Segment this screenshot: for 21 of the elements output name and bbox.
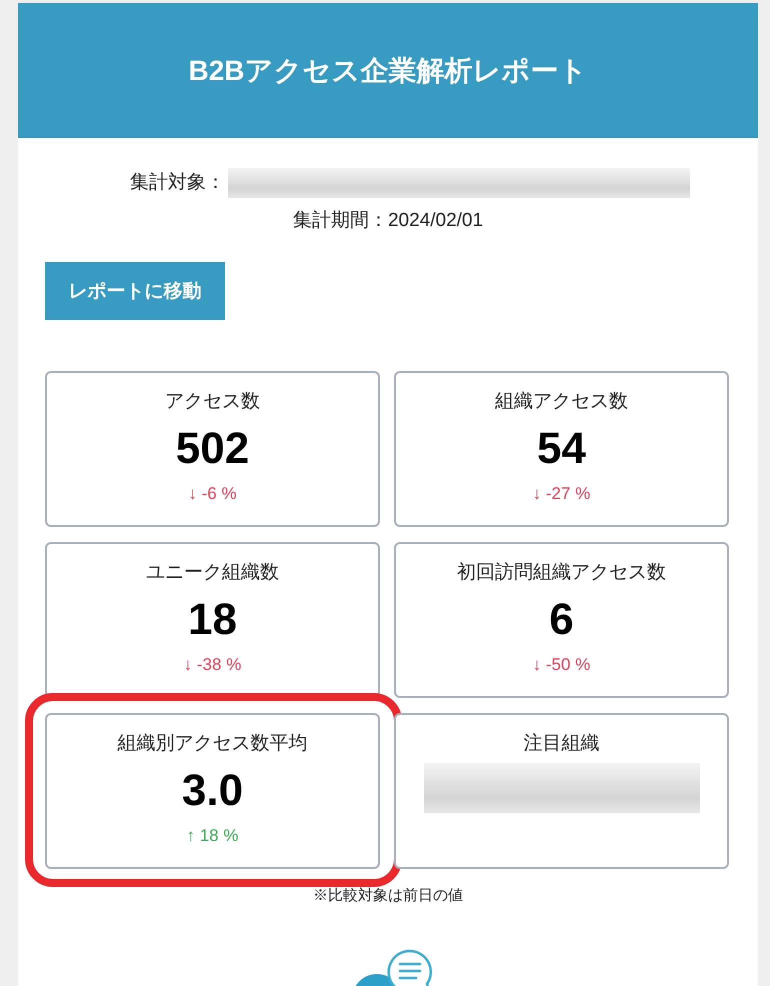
metric-value: 18 xyxy=(188,595,237,645)
change-text: ↓ -27 % xyxy=(532,483,590,505)
change-text: ↓ -38 % xyxy=(184,654,242,676)
metric-label: 組織別アクセス数平均 xyxy=(118,732,308,756)
report-title: B2Bアクセス企業解析レポート xyxy=(188,54,588,88)
metric-value: 3.0 xyxy=(182,766,244,816)
metric-label: 組織アクセス数 xyxy=(495,390,628,414)
change-text: ↓ -50 % xyxy=(532,654,590,676)
metric-value: 54 xyxy=(537,424,586,474)
change-text: ↓ -6 % xyxy=(188,483,237,505)
metric-value: 6 xyxy=(549,595,574,645)
metric-label: 注目組織 xyxy=(524,732,600,756)
footnote: ※比較対象は前日の値 xyxy=(312,886,464,906)
target-label: 集計対象： xyxy=(130,171,225,195)
metric-label: 初回訪問組織アクセス数 xyxy=(457,561,666,585)
report-button[interactable]: レポートに移動 xyxy=(45,262,225,320)
change-text: ↑ 18 % xyxy=(186,825,238,847)
metric-label: アクセス数 xyxy=(165,390,260,414)
metric-value: 502 xyxy=(176,424,250,474)
metric-label: ユニーク組織数 xyxy=(146,561,279,585)
period-text: 集計期間：2024/02/01 xyxy=(292,209,484,233)
